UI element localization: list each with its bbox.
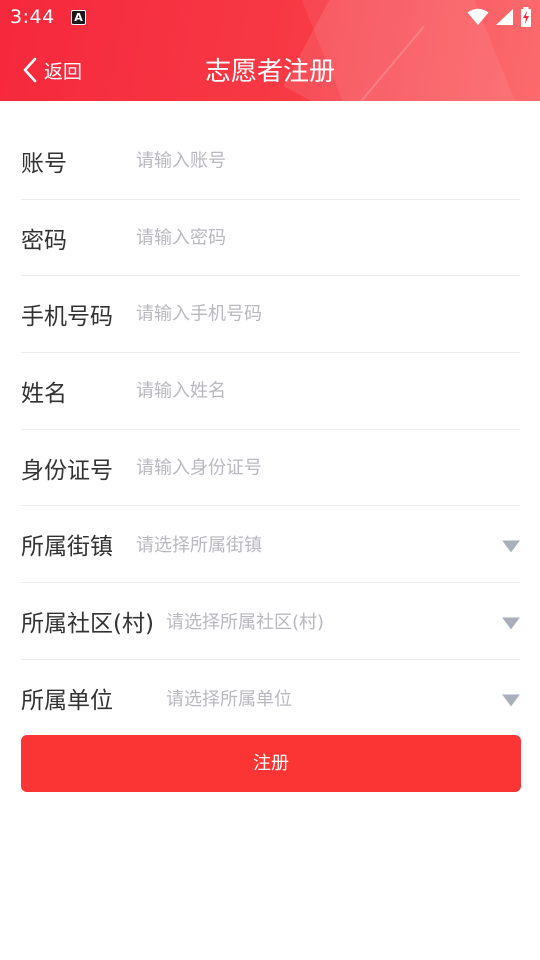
unit-placeholder: 请选择所属单位 [166,689,292,711]
street-placeholder: 请选择所属街镇 [136,535,262,557]
wifi-icon [467,8,489,25]
password-input[interactable] [136,227,506,249]
id-number-row: 身份证号 [21,430,520,507]
status-bar: 3:44 A [0,0,540,36]
name-input[interactable] [136,380,506,402]
phone-row: 手机号码 [21,276,520,354]
status-time: 3:44 [10,6,55,28]
password-label: 密码 [21,227,67,254]
community-label: 所属社区(村) [21,610,154,637]
street-label: 所属街镇 [21,534,113,561]
battery-charging-icon [521,7,531,27]
community-select[interactable]: 所属社区(村) 请选择所属社区(村) [21,583,520,660]
app-header: 3:44 A 返回 志愿者注册 [0,0,540,101]
phone-input[interactable] [136,303,506,325]
dropdown-triangle-icon [502,540,520,553]
name-label: 姓名 [21,380,67,407]
status-icons [467,6,532,28]
id-number-input[interactable] [136,457,506,479]
community-placeholder: 请选择所属社区(村) [166,611,325,633]
id-number-label: 身份证号 [21,457,113,484]
password-row: 密码 [21,200,520,277]
street-select[interactable]: 所属街镇 请选择所属街镇 [21,506,520,584]
unit-select[interactable]: 所属单位 请选择所属单位 [21,660,520,737]
account-input[interactable] [136,150,506,172]
account-row: 账号 [21,123,520,200]
register-button[interactable]: 注册 [21,735,521,792]
notification-app-icon: A [71,10,86,25]
name-row: 姓名 [21,353,520,430]
registration-form: 账号 密码 手机号码 姓名 身份证号 所属街镇 请选择所属街镇 所属社区(村) … [21,123,520,737]
unit-label: 所属单位 [21,688,113,715]
page-title: 志愿者注册 [204,57,335,87]
dropdown-triangle-icon [502,617,520,630]
dropdown-triangle-icon [502,694,520,707]
cell-signal-icon [496,9,513,25]
account-label: 账号 [21,150,67,177]
phone-label: 手机号码 [21,304,113,331]
